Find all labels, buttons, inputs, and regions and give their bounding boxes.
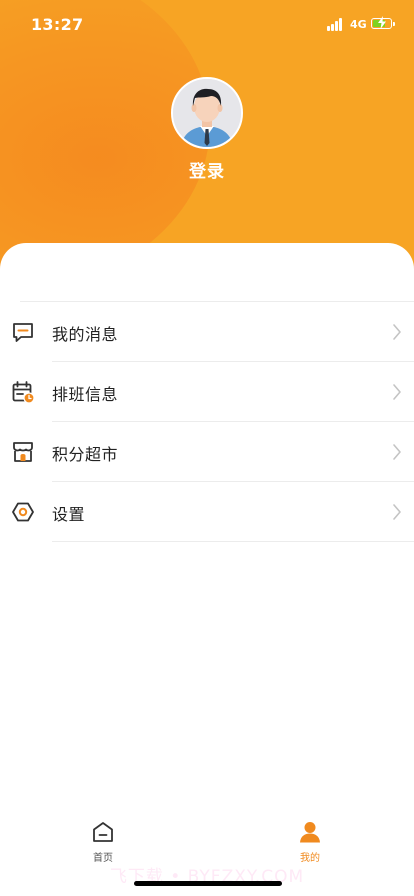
- chevron-right-icon: [393, 444, 401, 460]
- user-avatar-icon: [173, 79, 241, 147]
- menu-item-points-store[interactable]: 积分超市: [0, 422, 414, 482]
- store-icon: [13, 442, 33, 462]
- menu-item-schedule[interactable]: 排班信息: [0, 362, 414, 422]
- chevron-right-icon: [393, 324, 401, 340]
- menu-item-label: 我的消息: [52, 325, 119, 344]
- login-link[interactable]: 登录: [0, 157, 414, 182]
- person-icon: [300, 822, 320, 843]
- chevron-right-icon: [393, 384, 401, 400]
- network-type: 4G: [350, 18, 367, 31]
- chevron-right-icon: [393, 504, 401, 520]
- home-icon: [93, 822, 113, 842]
- settings-icon: [12, 502, 34, 522]
- menu-item-label: 积分超市: [52, 445, 119, 464]
- home-indicator: [134, 881, 282, 886]
- tab-mine[interactable]: 我的: [280, 820, 340, 864]
- menu-list: 我的消息 排班信息 积分超市 设置: [0, 302, 414, 542]
- menu-item-messages[interactable]: 我的消息: [0, 302, 414, 362]
- signal-icon: [327, 18, 345, 31]
- status-time: 13:27: [31, 15, 84, 34]
- calendar-icon: [12, 381, 35, 404]
- menu-item-label: 排班信息: [52, 385, 119, 404]
- tab-home[interactable]: 首页: [73, 820, 133, 864]
- menu-item-settings[interactable]: 设置: [0, 482, 414, 542]
- message-icon: [13, 323, 33, 342]
- menu-item-label: 设置: [52, 505, 86, 524]
- divider: [52, 541, 414, 542]
- avatar[interactable]: [171, 77, 243, 149]
- battery-icon: [371, 16, 395, 29]
- status-bar: 13:27 4G: [0, 0, 414, 48]
